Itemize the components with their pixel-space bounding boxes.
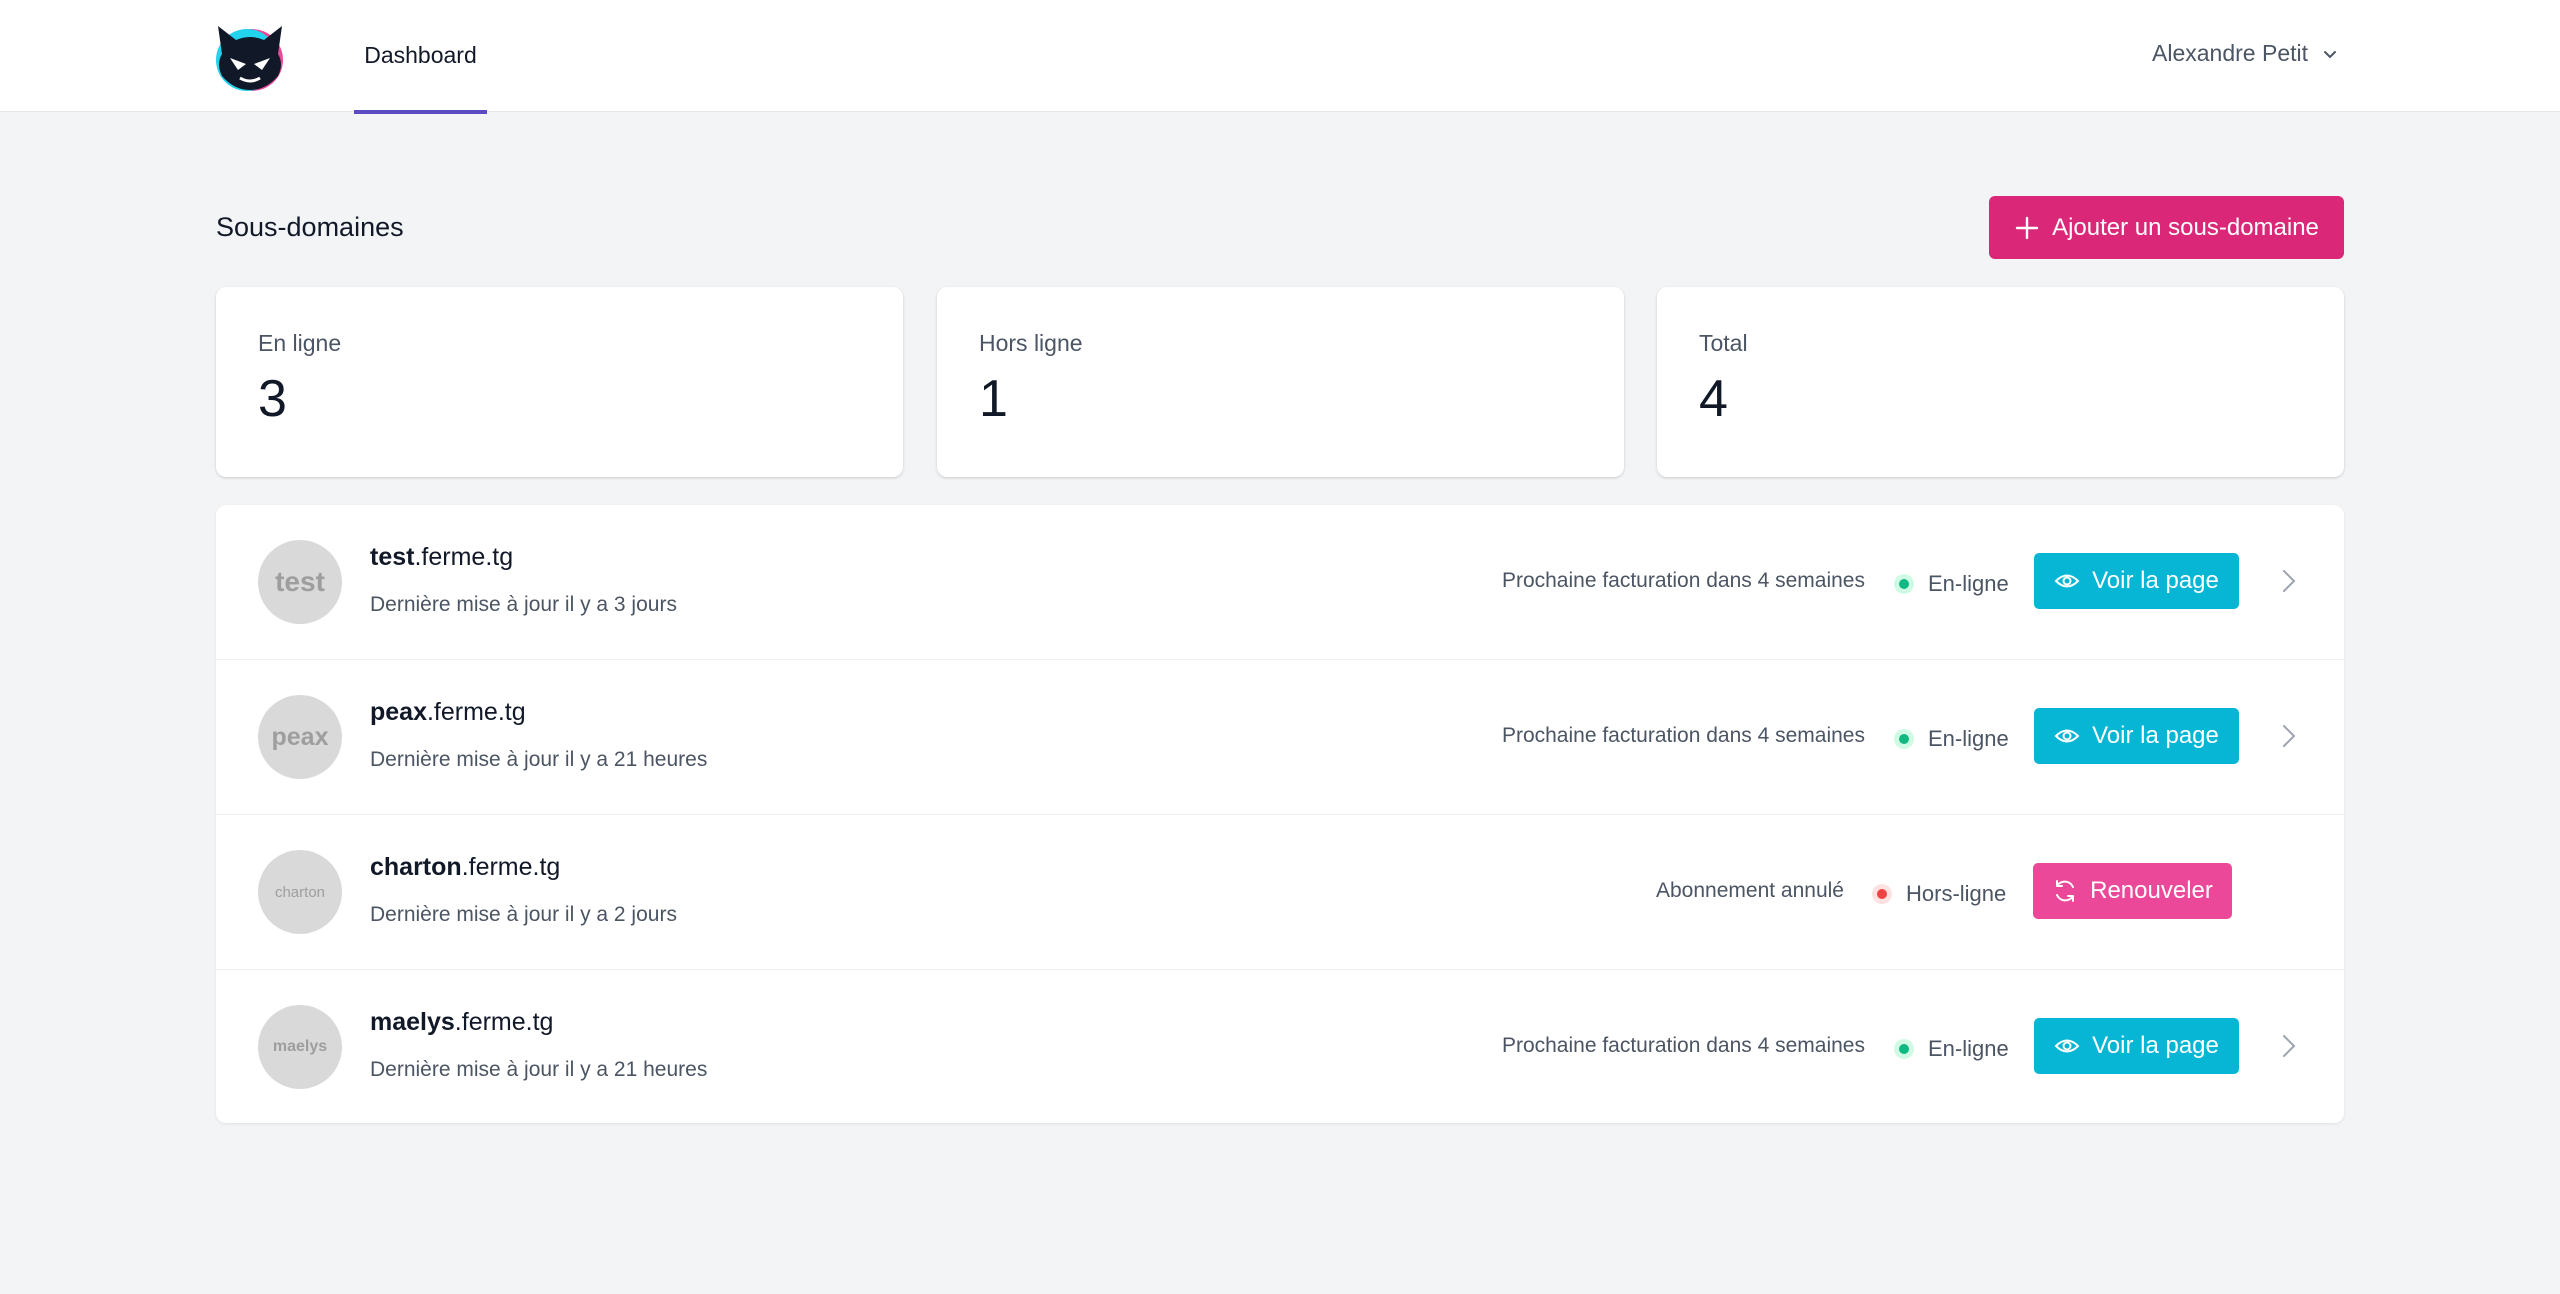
last-updated: Dernière mise à jour il y a 21 heures <box>370 1058 708 1081</box>
status-dot-icon <box>1894 574 1914 594</box>
status-dot-icon <box>1894 1039 1914 1059</box>
stat-value: 3 <box>258 370 287 428</box>
stat-value: 4 <box>1699 370 1728 428</box>
top-navbar: Dashboard Alexandre Petit <box>0 0 2560 114</box>
subdomain-name[interactable]: test.ferme.tg <box>370 543 513 572</box>
billing-info: Prochaine facturation dans 4 semaines <box>1501 569 1865 592</box>
view-page-button[interactable]: Voir la page <box>2034 553 2239 609</box>
chevron-right-icon[interactable] <box>2274 1032 2302 1060</box>
subdomain-name[interactable]: peax.ferme.tg <box>370 698 526 727</box>
status-dot-icon <box>1872 884 1892 904</box>
stat-label: Total <box>1699 330 1748 356</box>
add-subdomain-button[interactable]: Ajouter un sous-domaine <box>1989 196 2344 259</box>
avatar: test <box>258 540 342 624</box>
billing-info: Prochaine facturation dans 4 semaines <box>1501 1034 1865 1057</box>
status-badge: En-ligne <box>1894 726 2009 752</box>
stat-label: En ligne <box>258 330 342 356</box>
stat-label: Hors ligne <box>979 330 1083 356</box>
chevron-down-icon <box>2324 50 2336 58</box>
page-title: Sous-domaines <box>216 212 404 242</box>
plus-icon <box>2015 216 2039 239</box>
subdomain-name[interactable]: maelys.ferme.tg <box>370 1008 553 1037</box>
view-page-button[interactable]: Voir la page <box>2034 708 2239 764</box>
renew-button[interactable]: Renouveler <box>2033 863 2232 919</box>
refresh-icon <box>2056 880 2075 902</box>
stat-card-total: Total 4 <box>1657 287 2344 477</box>
avatar: charton <box>258 850 342 934</box>
list-item[interactable]: test test.ferme.tg Dernière mise à jour … <box>216 505 2344 660</box>
billing-info: Abonnement annulé <box>1656 879 1844 902</box>
view-page-button[interactable]: Voir la page <box>2034 1018 2239 1074</box>
last-updated: Dernière mise à jour il y a 3 jours <box>370 593 677 616</box>
add-subdomain-label: Ajouter un sous-domaine <box>2052 213 2319 241</box>
status-badge: Hors-ligne <box>1872 881 2006 907</box>
eye-icon <box>2054 574 2080 588</box>
avatar: maelys <box>258 1005 342 1089</box>
status-badge: En-ligne <box>1894 1036 2009 1062</box>
last-updated: Dernière mise à jour il y a 2 jours <box>370 903 677 926</box>
chevron-right-icon[interactable] <box>2274 567 2302 595</box>
user-menu[interactable]: Alexandre Petit <box>2152 40 2340 67</box>
app-logo-icon[interactable] <box>214 20 286 92</box>
stat-card-offline: Hors ligne 1 <box>937 287 1624 477</box>
list-item[interactable]: peax peax.ferme.tg Dernière mise à jour … <box>216 660 2344 815</box>
eye-icon <box>2054 729 2080 743</box>
avatar: peax <box>258 695 342 779</box>
stat-value: 1 <box>979 370 1008 428</box>
chevron-right-icon[interactable] <box>2274 722 2302 750</box>
tab-dashboard[interactable]: Dashboard <box>354 0 487 114</box>
subdomain-list: test test.ferme.tg Dernière mise à jour … <box>216 505 2344 1123</box>
subdomain-name[interactable]: charton.ferme.tg <box>370 853 560 882</box>
stat-card-online: En ligne 3 <box>216 287 903 477</box>
status-dot-icon <box>1894 729 1914 749</box>
billing-info: Prochaine facturation dans 4 semaines <box>1501 724 1865 747</box>
list-item[interactable]: maelys maelys.ferme.tg Dernière mise à j… <box>216 970 2344 1125</box>
eye-icon <box>2054 1039 2080 1053</box>
status-badge: En-ligne <box>1894 571 2009 597</box>
last-updated: Dernière mise à jour il y a 21 heures <box>370 748 708 771</box>
list-item[interactable]: charton charton.ferme.tg Dernière mise à… <box>216 815 2344 970</box>
user-name: Alexandre Petit <box>2152 40 2308 66</box>
